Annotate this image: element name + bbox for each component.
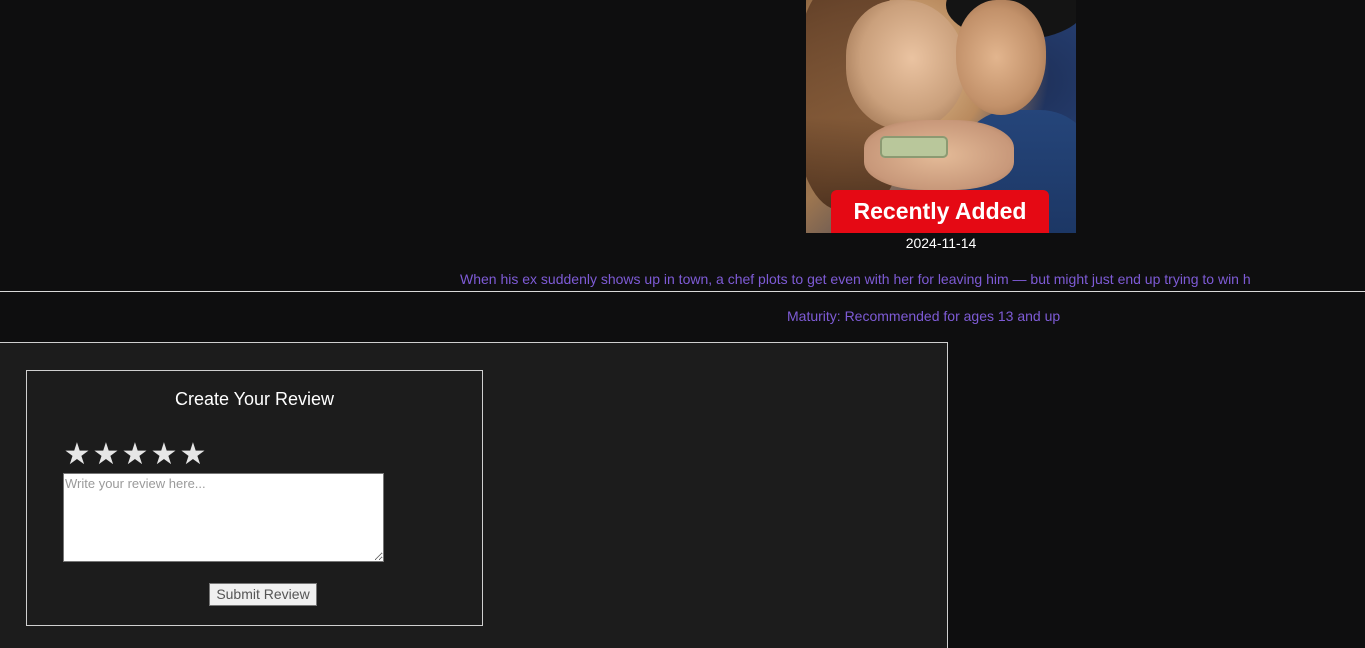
star-icon[interactable]: ★ xyxy=(63,439,91,471)
review-form-title: Create Your Review xyxy=(174,389,335,409)
star-icon[interactable]: ★ xyxy=(179,439,207,471)
poster-art xyxy=(956,0,1046,115)
divider xyxy=(0,291,1365,292)
star-icon[interactable]: ★ xyxy=(92,439,120,471)
star-icon[interactable]: ★ xyxy=(121,439,149,471)
movie-description: When his ex suddenly shows up in town, a… xyxy=(460,271,1251,287)
review-textarea[interactable] xyxy=(63,473,384,562)
movie-poster[interactable]: Recently Added xyxy=(806,0,1076,233)
poster-art xyxy=(846,0,966,130)
review-form: Create Your Review ★ ★ ★ ★ ★ Submit Revi… xyxy=(26,370,483,626)
star-icon[interactable]: ★ xyxy=(150,439,178,471)
release-date: 2024-11-14 xyxy=(905,235,977,251)
poster-art xyxy=(880,136,948,158)
recently-added-badge: Recently Added xyxy=(831,190,1049,233)
star-rating: ★ ★ ★ ★ ★ xyxy=(63,439,207,471)
page: Recently Added 2024-11-14 When his ex su… xyxy=(0,0,1365,648)
maturity-rating: Maturity: Recommended for ages 13 and up xyxy=(787,308,1061,324)
submit-review-button[interactable]: Submit Review xyxy=(209,583,317,606)
